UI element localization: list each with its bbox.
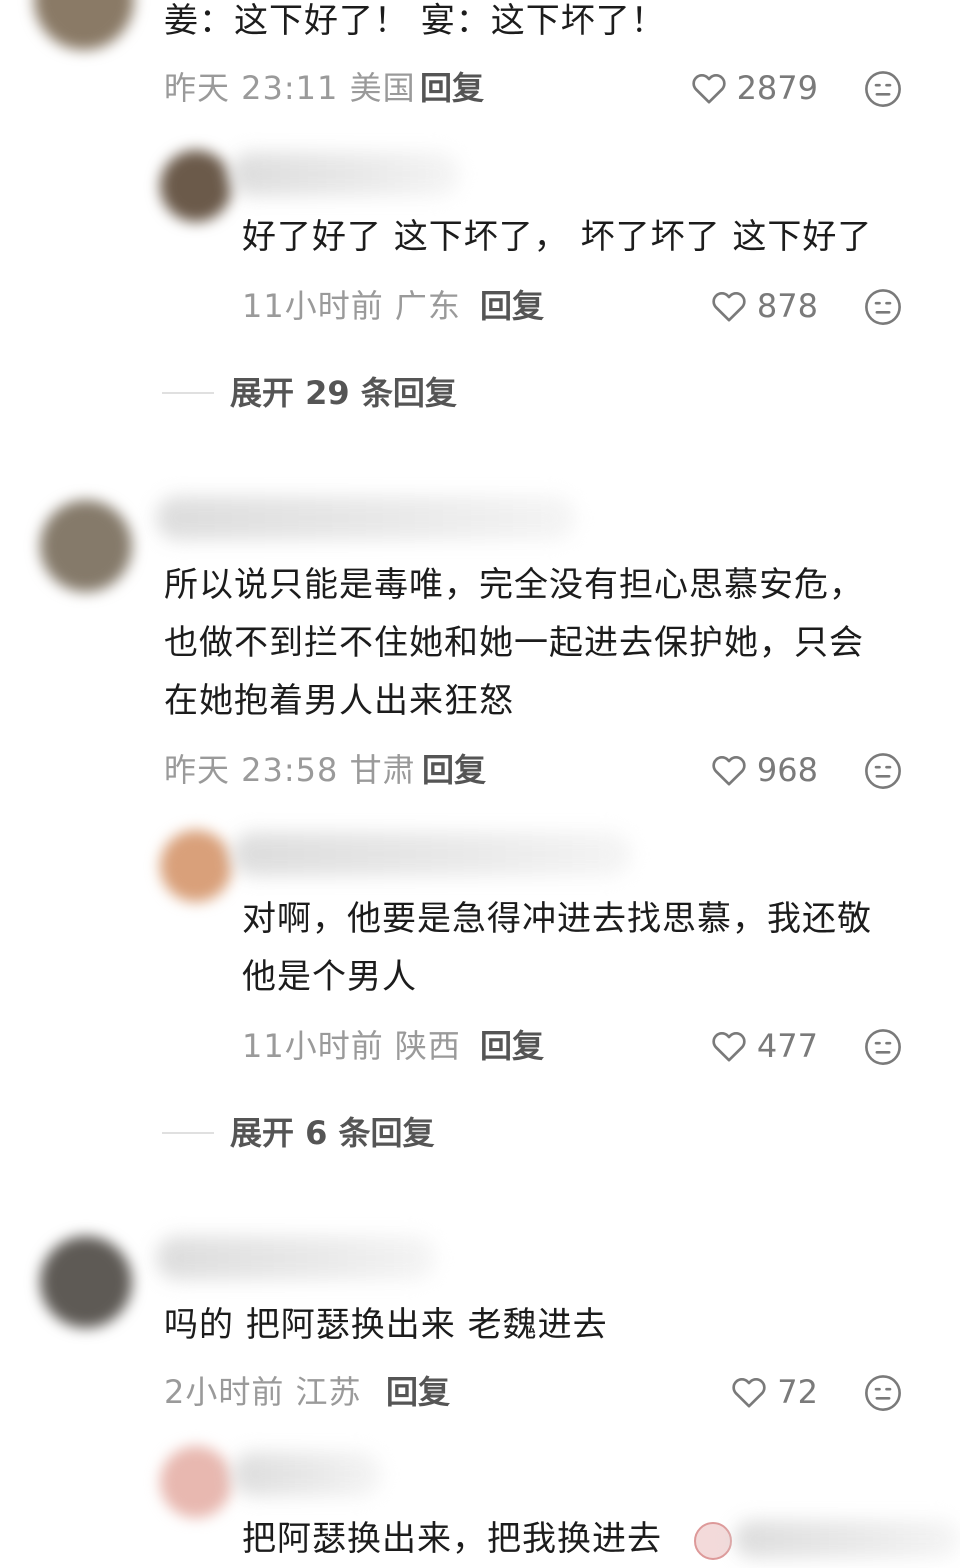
- avatar[interactable]: [160, 830, 232, 902]
- like-count: 878: [756, 287, 818, 325]
- heart-outline-icon: [712, 291, 746, 322]
- reply-text: 好了好了 这下坏了， 坏了坏了 这下好了: [242, 217, 873, 257]
- avatar[interactable]: [40, 1236, 132, 1328]
- username-blurred: [156, 1236, 436, 1280]
- avatar[interactable]: [160, 1446, 232, 1518]
- like-count: 968: [756, 751, 818, 789]
- reply-text-line-1: 对啊，他要是急得冲进去找思慕，我还敬: [242, 899, 872, 939]
- like-button[interactable]: 72: [729, 1372, 818, 1412]
- avatar[interactable]: [34, 0, 134, 50]
- reply-button[interactable]: 回复: [386, 1372, 450, 1412]
- username-blurred: [156, 496, 576, 540]
- like-button[interactable]: 477: [709, 1026, 818, 1066]
- heart-outline-icon: [732, 1377, 766, 1408]
- meh-face-icon[interactable]: [862, 68, 904, 110]
- username-blurred: [230, 152, 460, 196]
- like-button[interactable]: 2879: [689, 68, 818, 108]
- comment-text-line-2: 也做不到拦不住她和她一起进去保护她，只会: [164, 623, 864, 663]
- comment-text-line-3: 在她抱着男人出来狂怒: [164, 681, 514, 721]
- comment-text-line-1: 所以说只能是毒唯，完全没有担心思慕安危，: [164, 565, 864, 605]
- like-button[interactable]: 878: [709, 286, 818, 326]
- heart-outline-icon: [712, 755, 746, 786]
- meh-face-icon[interactable]: [862, 1026, 904, 1068]
- expand-replies-button[interactable]: 展开 6 条回复: [162, 1113, 435, 1153]
- like-count: 72: [777, 1373, 818, 1411]
- text-blurred: [734, 1520, 960, 1558]
- reply-button[interactable]: 回复: [480, 1026, 544, 1066]
- avatar[interactable]: [160, 150, 232, 222]
- comment-meta: 昨天 23:11 美国: [164, 69, 416, 107]
- reply-meta: 11小时前 广东: [242, 287, 461, 325]
- like-button[interactable]: 968: [709, 750, 818, 790]
- username-blurred: [232, 832, 632, 876]
- heart-outline-icon: [691, 73, 726, 104]
- divider: [162, 1132, 214, 1134]
- emoji-sticker-icon: [694, 1522, 732, 1560]
- expand-replies-button[interactable]: 展开 29 条回复: [162, 373, 457, 413]
- reply-button[interactable]: 回复: [480, 286, 544, 326]
- like-count: 2879: [736, 69, 818, 107]
- meh-face-icon[interactable]: [862, 286, 904, 328]
- comment-text: 吗的 把阿瑟换出来 老魏进去: [164, 1305, 608, 1345]
- meh-face-icon[interactable]: [862, 750, 904, 792]
- divider: [162, 392, 214, 394]
- reply-button[interactable]: 回复: [420, 68, 484, 108]
- reply-text: 把阿瑟换出来，把我换进去: [242, 1519, 662, 1559]
- comment-text: 姜：这下好了！ 宴：这下坏了！: [164, 1, 666, 41]
- avatar[interactable]: [40, 500, 132, 592]
- reply-button[interactable]: 回复: [422, 750, 486, 790]
- like-count: 477: [756, 1027, 818, 1065]
- expand-label: 展开 6 条回复: [230, 1114, 435, 1152]
- comment-meta: 昨天 23:58 甘肃: [164, 751, 416, 789]
- meh-face-icon[interactable]: [862, 1372, 904, 1414]
- reply-meta: 11小时前 陕西: [242, 1027, 461, 1065]
- heart-outline-icon: [712, 1031, 746, 1062]
- comment-meta: 2小时前 江苏: [164, 1373, 362, 1411]
- reply-text-line-2: 他是个男人: [242, 957, 417, 997]
- username-blurred: [232, 1452, 382, 1496]
- expand-label: 展开 29 条回复: [230, 374, 457, 412]
